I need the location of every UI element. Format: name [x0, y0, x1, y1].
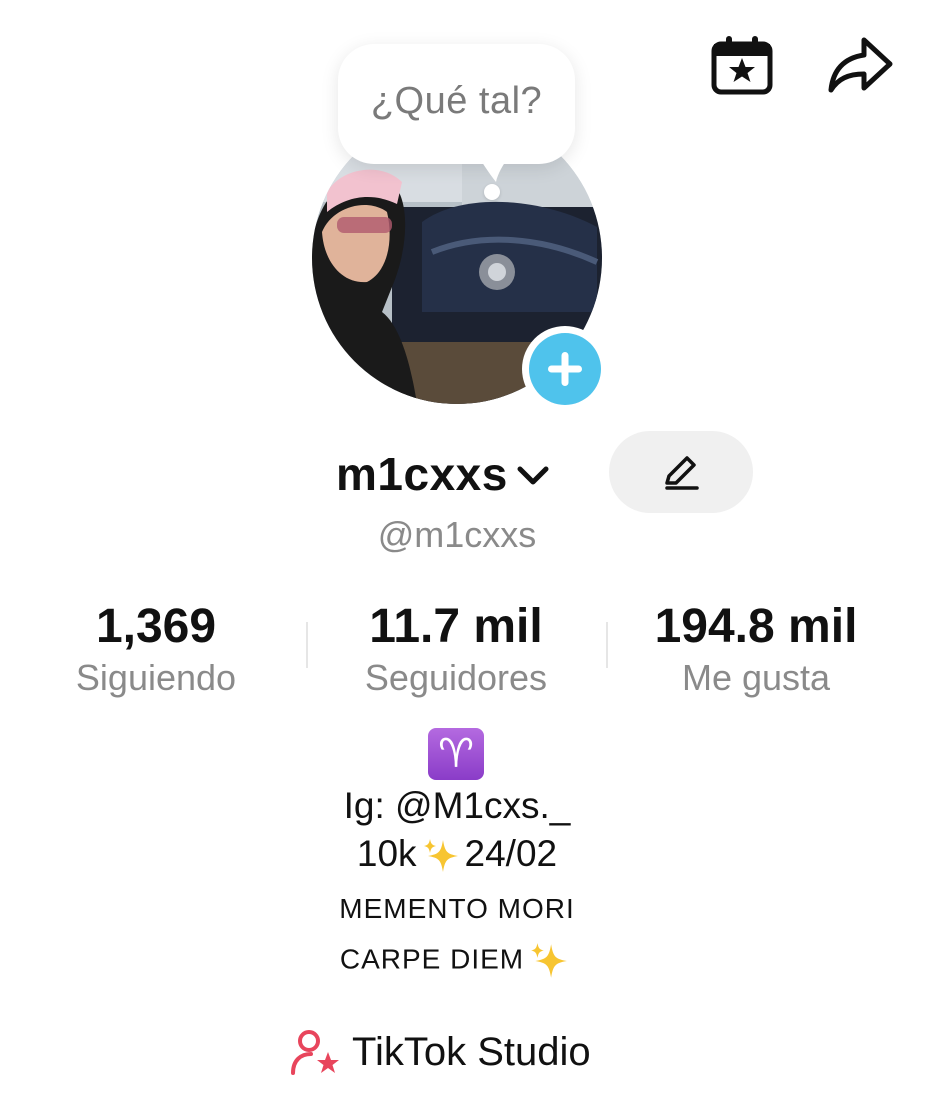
- username-handle: @m1cxxs: [377, 514, 537, 555]
- following-count: 1,369: [95, 600, 217, 653]
- add-story-button[interactable]: [522, 326, 608, 412]
- share-button[interactable]: [826, 34, 894, 96]
- bio-line-instagram: Ig: @M1cxs._: [343, 785, 571, 826]
- share-arrow-icon: [828, 37, 893, 93]
- calendar-star-icon: [711, 36, 773, 95]
- bio-line-memento: MEMENTO MORI: [339, 893, 575, 924]
- bio-line-milestone: 10k 24/02: [0, 833, 914, 876]
- edit-profile-button[interactable]: [609, 431, 753, 513]
- followers-count: 11.7 mil: [369, 600, 543, 653]
- likes-stat[interactable]: 194.8 mil Me gusta: [606, 600, 906, 700]
- bio-carpe-text: CARPE DIEM: [339, 943, 525, 975]
- note-bubble[interactable]: ¿Qué tal?: [338, 44, 575, 164]
- display-name: m1cxxs: [336, 448, 508, 500]
- plus-icon: [548, 352, 582, 386]
- note-bubble-text: ¿Qué tal?: [370, 79, 543, 122]
- sparkles-icon: [531, 943, 567, 978]
- tiktok-studio-label: TikTok Studio: [352, 1029, 591, 1074]
- following-label: Siguiendo: [75, 657, 237, 698]
- likes-count: 194.8 mil: [654, 600, 858, 653]
- creator-studio-icon: [291, 1030, 339, 1075]
- followers-label: Seguidores: [364, 657, 548, 698]
- chevron-down-icon: [517, 466, 549, 485]
- note-bubble-dot: [484, 184, 500, 200]
- bio-milestone-text: 10k: [356, 833, 417, 874]
- pencil-icon: [665, 456, 699, 490]
- aries-glyph: ♈: [438, 732, 474, 776]
- followers-stat[interactable]: 11.7 mil Seguidores: [306, 600, 606, 700]
- following-stat[interactable]: 1,369 Siguiendo: [6, 600, 306, 700]
- bio-date: 24/02: [464, 833, 558, 874]
- tiktok-studio-link[interactable]: TikTok Studio: [290, 1024, 591, 1080]
- bio-line-carpe: CARPE DIEM: [0, 940, 914, 982]
- sparkles-icon: [423, 839, 458, 873]
- likes-label: Me gusta: [681, 657, 831, 698]
- account-switcher[interactable]: m1cxxs: [336, 444, 550, 504]
- calendar-star-button[interactable]: [708, 34, 776, 96]
- aries-emoji: ♈: [428, 728, 484, 780]
